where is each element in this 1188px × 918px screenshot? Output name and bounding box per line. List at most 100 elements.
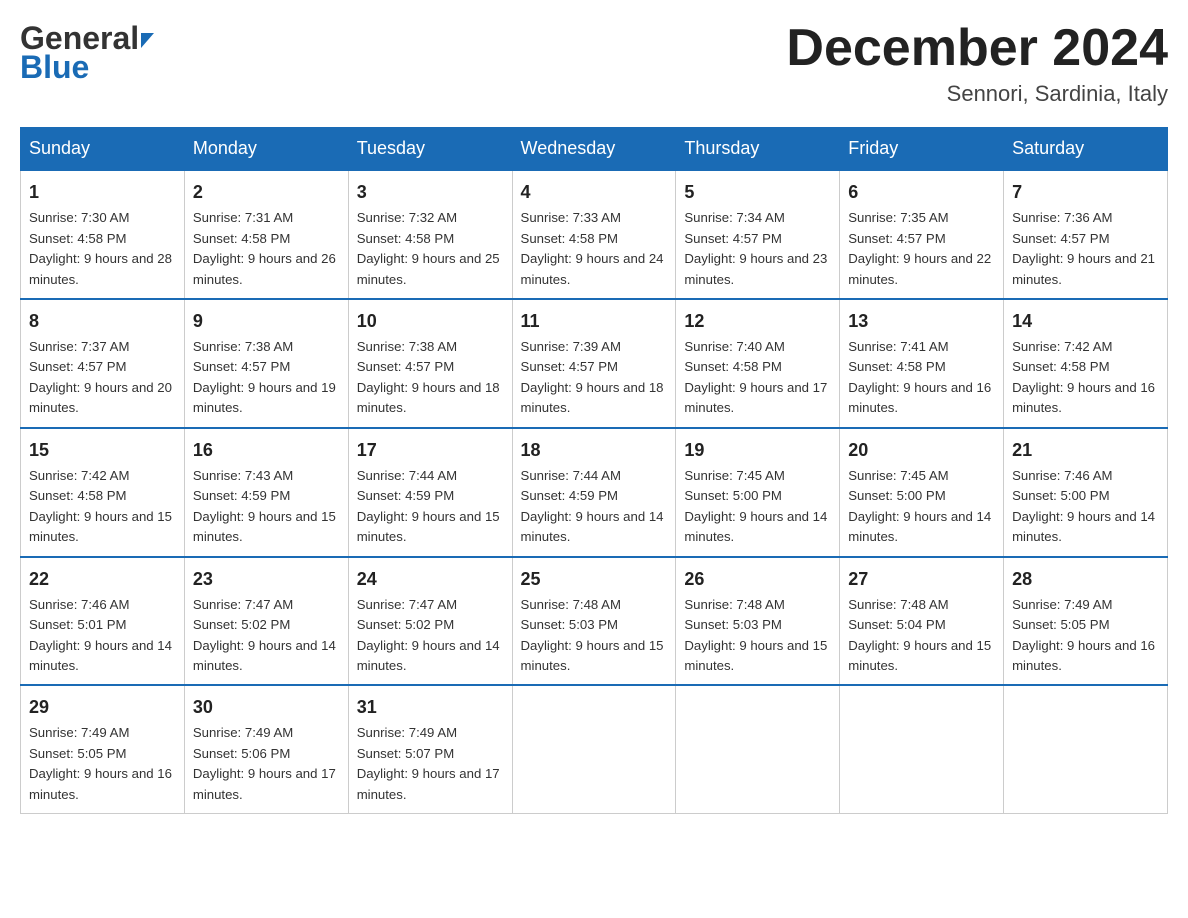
day-number: 1 xyxy=(29,179,176,206)
calendar-cell: 31Sunrise: 7:49 AMSunset: 5:07 PMDayligh… xyxy=(348,685,512,813)
col-header-monday: Monday xyxy=(184,128,348,171)
sun-info: Sunrise: 7:38 AMSunset: 4:57 PMDaylight:… xyxy=(357,339,500,415)
sun-info: Sunrise: 7:41 AMSunset: 4:58 PMDaylight:… xyxy=(848,339,991,415)
sun-info: Sunrise: 7:40 AMSunset: 4:58 PMDaylight:… xyxy=(684,339,827,415)
day-number: 27 xyxy=(848,566,995,593)
calendar-cell: 16 Sunrise: 7:43 AMSunset: 4:59 PMDayligh… xyxy=(184,428,348,557)
day-number: 8 xyxy=(29,308,176,335)
calendar-cell: 20 Sunrise: 7:45 AMSunset: 5:00 PMDayligh… xyxy=(840,428,1004,557)
day-number: 19 xyxy=(684,437,831,464)
col-header-sunday: Sunday xyxy=(21,128,185,171)
calendar-cell: 30Sunrise: 7:49 AMSunset: 5:06 PMDayligh… xyxy=(184,685,348,813)
sun-info: Sunrise: 7:45 AMSunset: 5:00 PMDaylight:… xyxy=(684,468,827,544)
day-number: 5 xyxy=(684,179,831,206)
calendar-table: SundayMondayTuesdayWednesdayThursdayFrid… xyxy=(20,127,1168,814)
day-number: 26 xyxy=(684,566,831,593)
day-number: 23 xyxy=(193,566,340,593)
calendar-cell: 8Sunrise: 7:37 AMSunset: 4:57 PMDaylight… xyxy=(21,299,185,428)
month-title: December 2024 xyxy=(786,20,1168,77)
title-block: December 2024 Sennori, Sardinia, Italy xyxy=(786,20,1168,107)
day-number: 16 xyxy=(193,437,340,464)
day-number: 22 xyxy=(29,566,176,593)
sun-info: Sunrise: 7:35 AMSunset: 4:57 PMDaylight:… xyxy=(848,210,991,286)
col-header-wednesday: Wednesday xyxy=(512,128,676,171)
week-row-2: 8Sunrise: 7:37 AMSunset: 4:57 PMDaylight… xyxy=(21,299,1168,428)
calendar-cell: 25 Sunrise: 7:48 AMSunset: 5:03 PMDayligh… xyxy=(512,557,676,686)
calendar-cell: 12 Sunrise: 7:40 AMSunset: 4:58 PMDayligh… xyxy=(676,299,840,428)
col-header-friday: Friday xyxy=(840,128,1004,171)
location: Sennori, Sardinia, Italy xyxy=(786,81,1168,107)
day-number: 17 xyxy=(357,437,504,464)
calendar-cell: 29 Sunrise: 7:49 AMSunset: 5:05 PMDayligh… xyxy=(21,685,185,813)
col-header-saturday: Saturday xyxy=(1004,128,1168,171)
sun-info: Sunrise: 7:46 AMSunset: 5:01 PMDaylight:… xyxy=(29,597,172,673)
logo: General Blue xyxy=(20,20,154,86)
calendar-cell: 1Sunrise: 7:30 AMSunset: 4:58 PMDaylight… xyxy=(21,170,185,299)
sun-info: Sunrise: 7:47 AMSunset: 5:02 PMDaylight:… xyxy=(357,597,500,673)
sun-info: Sunrise: 7:33 AMSunset: 4:58 PMDaylight:… xyxy=(521,210,664,286)
sun-info: Sunrise: 7:36 AMSunset: 4:57 PMDaylight:… xyxy=(1012,210,1155,286)
calendar-cell: 13 Sunrise: 7:41 AMSunset: 4:58 PMDayligh… xyxy=(840,299,1004,428)
sun-info: Sunrise: 7:34 AMSunset: 4:57 PMDaylight:… xyxy=(684,210,827,286)
day-number: 3 xyxy=(357,179,504,206)
day-number: 31 xyxy=(357,694,504,721)
sun-info: Sunrise: 7:44 AMSunset: 4:59 PMDaylight:… xyxy=(521,468,664,544)
calendar-cell: 17 Sunrise: 7:44 AMSunset: 4:59 PMDayligh… xyxy=(348,428,512,557)
sun-info: Sunrise: 7:49 AMSunset: 5:05 PMDaylight:… xyxy=(29,725,172,801)
sun-info: Sunrise: 7:45 AMSunset: 5:00 PMDaylight:… xyxy=(848,468,991,544)
calendar-cell: 4Sunrise: 7:33 AMSunset: 4:58 PMDaylight… xyxy=(512,170,676,299)
day-number: 25 xyxy=(521,566,668,593)
col-header-tuesday: Tuesday xyxy=(348,128,512,171)
sun-info: Sunrise: 7:48 AMSunset: 5:03 PMDaylight:… xyxy=(521,597,664,673)
calendar-cell: 11 Sunrise: 7:39 AMSunset: 4:57 PMDayligh… xyxy=(512,299,676,428)
col-header-thursday: Thursday xyxy=(676,128,840,171)
day-number: 21 xyxy=(1012,437,1159,464)
day-number: 29 xyxy=(29,694,176,721)
day-number: 11 xyxy=(521,308,668,335)
week-row-4: 22 Sunrise: 7:46 AMSunset: 5:01 PMDayligh… xyxy=(21,557,1168,686)
sun-info: Sunrise: 7:47 AMSunset: 5:02 PMDaylight:… xyxy=(193,597,336,673)
day-number: 9 xyxy=(193,308,340,335)
calendar-cell: 7Sunrise: 7:36 AMSunset: 4:57 PMDaylight… xyxy=(1004,170,1168,299)
calendar-cell: 19 Sunrise: 7:45 AMSunset: 5:00 PMDayligh… xyxy=(676,428,840,557)
calendar-cell: 21Sunrise: 7:46 AMSunset: 5:00 PMDayligh… xyxy=(1004,428,1168,557)
week-row-3: 15Sunrise: 7:42 AMSunset: 4:58 PMDayligh… xyxy=(21,428,1168,557)
calendar-cell: 15Sunrise: 7:42 AMSunset: 4:58 PMDayligh… xyxy=(21,428,185,557)
week-row-5: 29 Sunrise: 7:49 AMSunset: 5:05 PMDayligh… xyxy=(21,685,1168,813)
day-number: 13 xyxy=(848,308,995,335)
day-number: 2 xyxy=(193,179,340,206)
day-number: 18 xyxy=(521,437,668,464)
sun-info: Sunrise: 7:39 AMSunset: 4:57 PMDaylight:… xyxy=(521,339,664,415)
calendar-cell: 14Sunrise: 7:42 AMSunset: 4:58 PMDayligh… xyxy=(1004,299,1168,428)
day-number: 12 xyxy=(684,308,831,335)
page-header: General Blue December 2024 Sennori, Sard… xyxy=(20,20,1168,107)
calendar-cell: 9 Sunrise: 7:38 AMSunset: 4:57 PMDaylight… xyxy=(184,299,348,428)
sun-info: Sunrise: 7:49 AMSunset: 5:05 PMDaylight:… xyxy=(1012,597,1155,673)
logo-triangle-icon xyxy=(141,33,154,48)
logo-blue: Blue xyxy=(20,49,89,86)
sun-info: Sunrise: 7:38 AMSunset: 4:57 PMDaylight:… xyxy=(193,339,336,415)
day-number: 28 xyxy=(1012,566,1159,593)
day-number: 10 xyxy=(357,308,504,335)
day-number: 20 xyxy=(848,437,995,464)
sun-info: Sunrise: 7:49 AMSunset: 5:06 PMDaylight:… xyxy=(193,725,336,801)
sun-info: Sunrise: 7:44 AMSunset: 4:59 PMDaylight:… xyxy=(357,468,500,544)
calendar-cell xyxy=(676,685,840,813)
day-number: 15 xyxy=(29,437,176,464)
calendar-cell: 22 Sunrise: 7:46 AMSunset: 5:01 PMDayligh… xyxy=(21,557,185,686)
calendar-cell: 24Sunrise: 7:47 AMSunset: 5:02 PMDayligh… xyxy=(348,557,512,686)
sun-info: Sunrise: 7:31 AMSunset: 4:58 PMDaylight:… xyxy=(193,210,336,286)
calendar-cell: 27Sunrise: 7:48 AMSunset: 5:04 PMDayligh… xyxy=(840,557,1004,686)
calendar-cell: 2 Sunrise: 7:31 AMSunset: 4:58 PMDaylight… xyxy=(184,170,348,299)
calendar-cell: 28 Sunrise: 7:49 AMSunset: 5:05 PMDayligh… xyxy=(1004,557,1168,686)
calendar-cell xyxy=(840,685,1004,813)
calendar-cell xyxy=(1004,685,1168,813)
header-row: SundayMondayTuesdayWednesdayThursdayFrid… xyxy=(21,128,1168,171)
sun-info: Sunrise: 7:48 AMSunset: 5:03 PMDaylight:… xyxy=(684,597,827,673)
sun-info: Sunrise: 7:42 AMSunset: 4:58 PMDaylight:… xyxy=(1012,339,1155,415)
calendar-cell: 5 Sunrise: 7:34 AMSunset: 4:57 PMDaylight… xyxy=(676,170,840,299)
sun-info: Sunrise: 7:43 AMSunset: 4:59 PMDaylight:… xyxy=(193,468,336,544)
calendar-cell: 10 Sunrise: 7:38 AMSunset: 4:57 PMDayligh… xyxy=(348,299,512,428)
sun-info: Sunrise: 7:32 AMSunset: 4:58 PMDaylight:… xyxy=(357,210,500,286)
calendar-cell: 6Sunrise: 7:35 AMSunset: 4:57 PMDaylight… xyxy=(840,170,1004,299)
